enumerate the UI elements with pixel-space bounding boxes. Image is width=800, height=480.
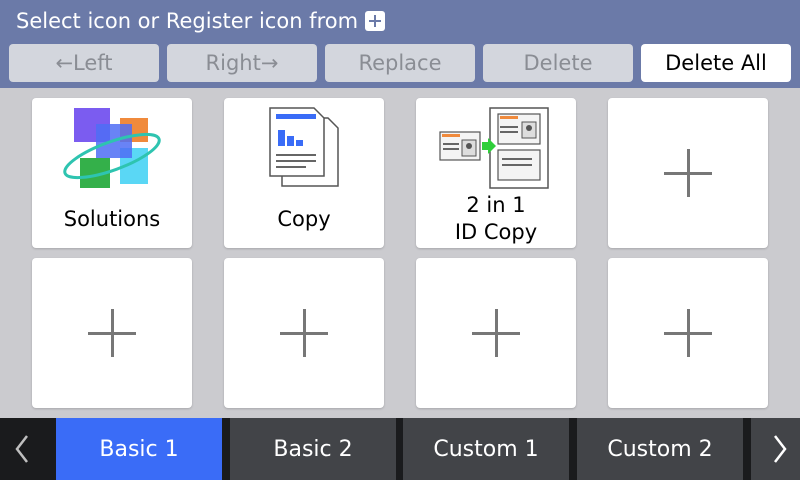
plus-box-icon: [365, 11, 386, 31]
title-text: Select icon or Register icon from: [16, 9, 359, 33]
tile-label: Solutions: [63, 207, 161, 231]
plus-icon: [88, 309, 136, 357]
icon-grid: Solutions Copy 2 in 1 ID Copy: [0, 88, 800, 418]
header-bar: Select icon or Register icon from ←Left …: [0, 0, 800, 88]
page-title: Select icon or Register icon from: [16, 9, 386, 33]
id-copy-icon: [439, 107, 549, 189]
tile-solutions[interactable]: Solutions: [32, 98, 192, 248]
plus-icon: [472, 309, 520, 357]
tile-add[interactable]: [32, 258, 192, 408]
copy-icon: [269, 107, 339, 187]
tile-add[interactable]: [608, 98, 768, 248]
tile-label: Copy: [277, 207, 331, 231]
tile-label-line2: ID Copy: [454, 220, 538, 244]
tile-copy[interactable]: Copy: [224, 98, 384, 248]
plus-icon: [280, 309, 328, 357]
tile-id-copy[interactable]: 2 in 1 ID Copy: [416, 98, 576, 248]
tile-add[interactable]: [608, 258, 768, 408]
tile-add[interactable]: [416, 258, 576, 408]
delete-button[interactable]: Delete: [483, 44, 633, 82]
replace-button[interactable]: Replace: [325, 44, 475, 82]
plus-icon: [664, 309, 712, 357]
plus-icon: [664, 149, 712, 197]
tile-label-line1: 2 in 1: [466, 193, 526, 217]
chevron-right-icon[interactable]: [760, 418, 800, 480]
tab-basic-2[interactable]: Basic 2: [230, 418, 396, 480]
chevron-left-icon[interactable]: [2, 418, 42, 480]
tile-add[interactable]: [224, 258, 384, 408]
tab-basic-1[interactable]: Basic 1: [56, 418, 222, 480]
left-button[interactable]: ←Left: [9, 44, 159, 82]
tab-custom-1[interactable]: Custom 1: [403, 418, 569, 480]
right-button[interactable]: Right→: [167, 44, 317, 82]
delete-all-button[interactable]: Delete All: [641, 44, 791, 82]
tab-custom-2[interactable]: Custom 2: [577, 418, 743, 480]
tab-bar: Basic 1 Basic 2 Custom 1 Custom 2: [0, 418, 800, 480]
solutions-icon: [63, 108, 161, 188]
